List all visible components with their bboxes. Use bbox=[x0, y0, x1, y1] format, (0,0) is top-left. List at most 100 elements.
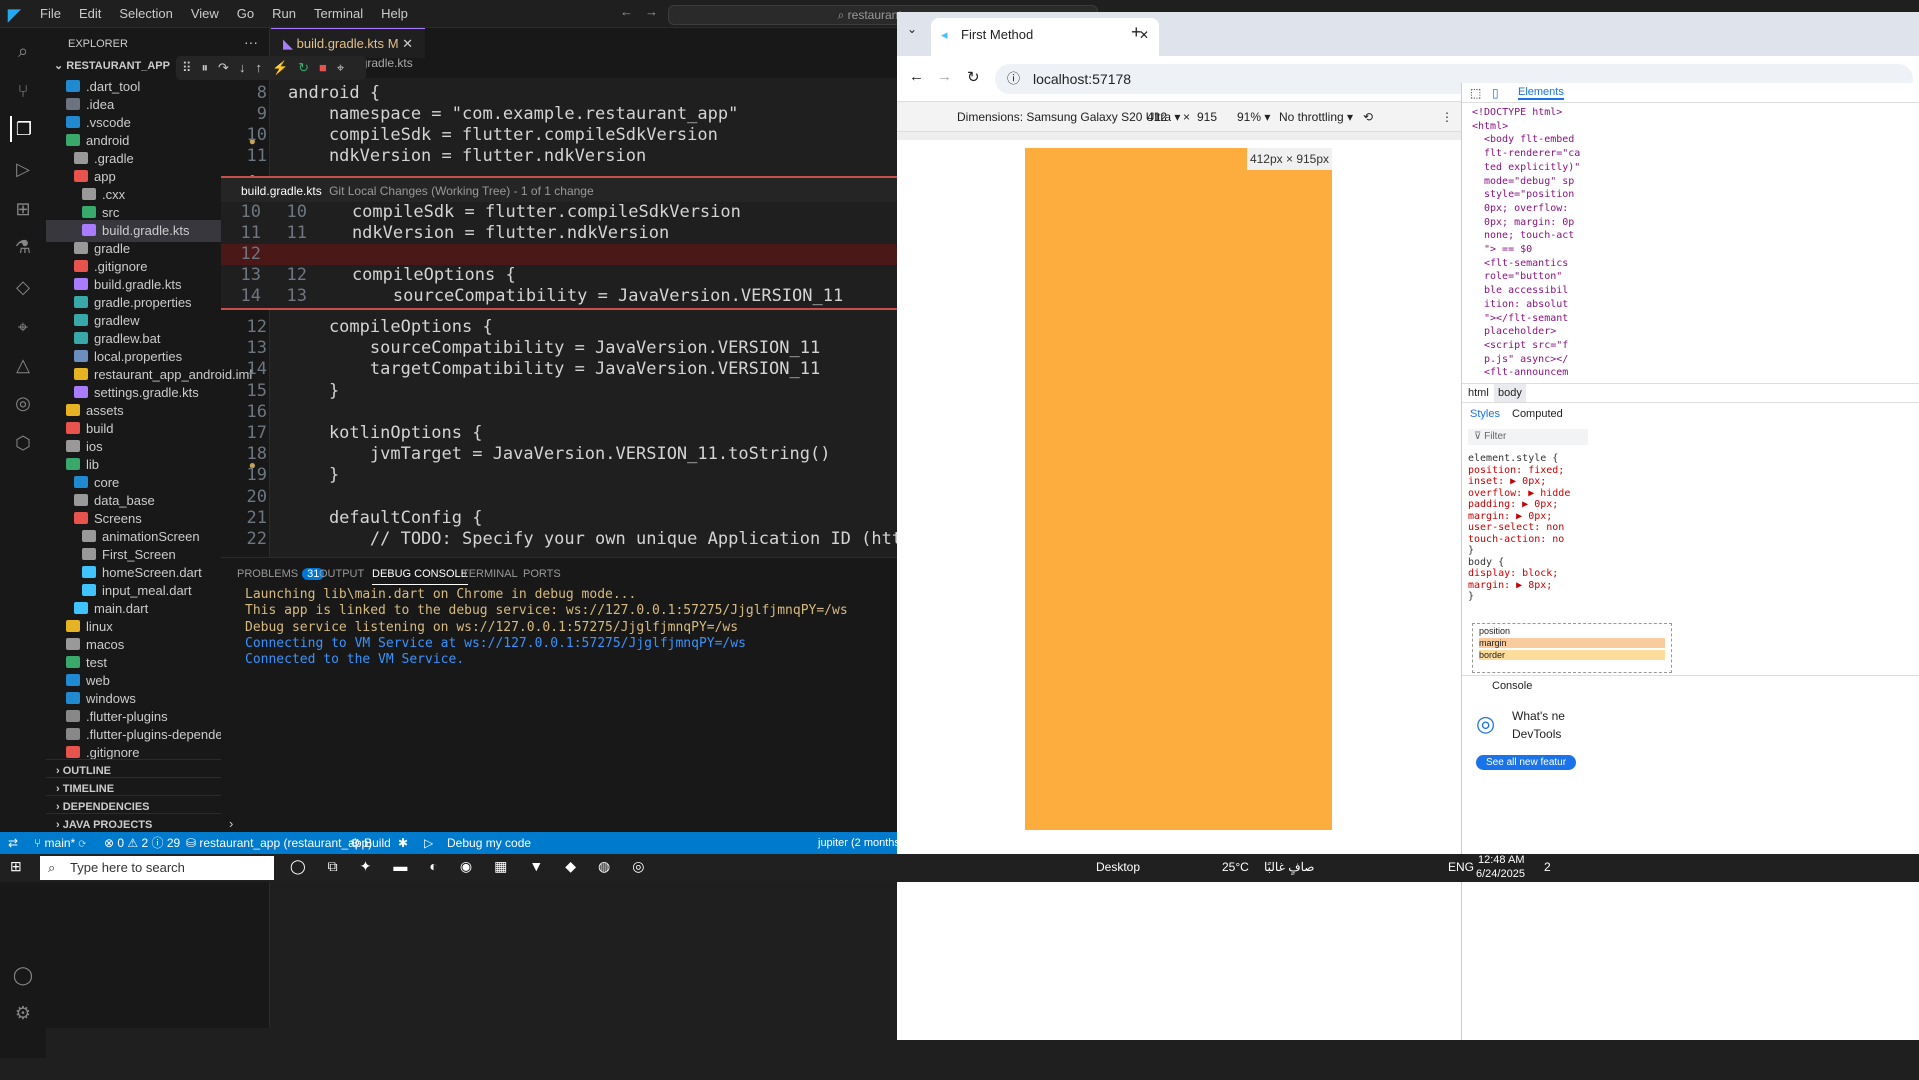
run-icon[interactable]: ▷ bbox=[424, 832, 433, 854]
console-prompt-icon[interactable]: › bbox=[229, 816, 233, 831]
language[interactable]: ENG bbox=[1448, 860, 1474, 874]
dom-node-line[interactable]: ble accessibil bbox=[1484, 285, 1568, 296]
firefox-icon[interactable]: ◉ bbox=[460, 858, 472, 875]
rotate-icon[interactable]: ⟲ bbox=[1363, 102, 1373, 132]
project-indicator[interactable]: ⛁ restaurant_app (restaurant_app) bbox=[186, 832, 372, 854]
store-icon[interactable]: ▦ bbox=[494, 858, 507, 875]
tab-problems[interactable]: PROBLEMS 31 bbox=[237, 568, 325, 580]
hot-reload-icon[interactable]: ⚡ bbox=[272, 56, 288, 80]
inspect-icon[interactable]: ⬚ bbox=[1470, 86, 1481, 100]
zoom-select[interactable]: 91% ▾ bbox=[1237, 102, 1270, 132]
discord-icon[interactable]: ◍ bbox=[598, 858, 610, 875]
scan-icon[interactable]: ⌖ bbox=[10, 314, 36, 340]
copilot-icon[interactable]: ✦ bbox=[360, 858, 372, 875]
code-line[interactable]: ndkVersion = flutter.ndkVersion bbox=[288, 146, 646, 166]
close-icon[interactable]: ✕ bbox=[402, 36, 413, 51]
flutter-app-screen[interactable] bbox=[1025, 148, 1332, 830]
more-options-icon[interactable]: ⋮ bbox=[1441, 102, 1453, 132]
code-line[interactable]: defaultConfig { bbox=[288, 508, 483, 528]
tab-debug-console[interactable]: DEBUG CONSOLE bbox=[372, 568, 468, 585]
dom-node-line[interactable]: role="button" bbox=[1484, 271, 1562, 282]
dom-node-line[interactable]: 0px; overflow: bbox=[1484, 203, 1568, 214]
site-info-icon[interactable]: ⓘ bbox=[1007, 64, 1020, 94]
menu-go[interactable]: Go bbox=[237, 6, 254, 21]
code-line[interactable]: jvmTarget = JavaVersion.VERSION_11.toStr… bbox=[288, 444, 831, 464]
new-tab-icon[interactable]: + bbox=[1131, 22, 1142, 43]
crumb-html[interactable]: html bbox=[1468, 384, 1489, 402]
run-debug-icon[interactable]: ▷ bbox=[10, 156, 36, 182]
build-button[interactable]: ⚙ Build bbox=[350, 832, 391, 854]
bug-icon[interactable]: ✱ bbox=[398, 832, 408, 854]
project-root[interactable]: ⌄ RESTAURANT_APP bbox=[54, 59, 170, 72]
menu-terminal[interactable]: Terminal bbox=[314, 6, 363, 21]
menu-edit[interactable]: Edit bbox=[79, 6, 101, 21]
style-rule-line[interactable]: position: fixed; bbox=[1468, 465, 1564, 476]
task-view-icon[interactable]: ⧉ bbox=[328, 858, 338, 875]
more-actions-icon[interactable]: ··· bbox=[244, 34, 258, 50]
style-rule-line[interactable]: body { bbox=[1468, 557, 1504, 568]
dom-node-line[interactable]: mode="debug" sp bbox=[1484, 176, 1574, 187]
debug-config[interactable]: Debug my code bbox=[447, 832, 531, 854]
tab-elements[interactable]: Elements bbox=[1518, 86, 1564, 100]
extensions-icon[interactable]: ⊞ bbox=[10, 196, 36, 222]
edge-icon[interactable]: ◎ bbox=[10, 390, 36, 416]
device-mode-icon[interactable]: ▯ bbox=[1492, 86, 1499, 100]
tab-styles[interactable]: Styles bbox=[1470, 408, 1500, 420]
code-line[interactable]: compileOptions { bbox=[288, 317, 493, 337]
forward-icon[interactable]: → bbox=[937, 68, 952, 85]
style-rule-line[interactable]: } bbox=[1468, 591, 1474, 602]
code-line[interactable]: } bbox=[288, 465, 339, 485]
dom-node-line[interactable]: p.js" async></ bbox=[1484, 354, 1568, 365]
styles-filter[interactable]: ⊽ Filter bbox=[1468, 429, 1588, 445]
back-icon[interactable]: ← bbox=[909, 68, 924, 85]
dom-node-line[interactable]: <html> bbox=[1472, 121, 1508, 132]
desktop-label[interactable]: Desktop bbox=[1096, 860, 1140, 874]
crumb-body[interactable]: body bbox=[1494, 384, 1526, 402]
code-line[interactable]: android { bbox=[288, 83, 380, 103]
dom-node-line[interactable]: flt-renderer="ca bbox=[1484, 148, 1580, 159]
remote-icon[interactable]: ◇ bbox=[10, 274, 36, 300]
file-explorer-icon[interactable]: ▬ bbox=[393, 858, 407, 875]
tab-computed[interactable]: Computed bbox=[1512, 408, 1563, 420]
code-line[interactable]: sourceCompatibility = JavaVersion.VERSIO… bbox=[311, 286, 843, 306]
throttle-select[interactable]: No throttling ▾ bbox=[1279, 102, 1353, 132]
dom-node-line[interactable]: <script src="f bbox=[1484, 340, 1568, 351]
step-into-icon[interactable]: ↓ bbox=[239, 56, 246, 80]
style-rule-line[interactable]: padding: ▶ 0px; bbox=[1468, 499, 1558, 510]
menu-help[interactable]: Help bbox=[381, 6, 408, 21]
windows-start-icon[interactable]: ⊞ bbox=[10, 858, 22, 875]
pause-icon[interactable]: ⏸ bbox=[202, 56, 209, 80]
branch-indicator[interactable]: ⑂ main* ⟳ bbox=[34, 832, 86, 854]
dom-node-line[interactable]: ition: absolut bbox=[1484, 299, 1568, 310]
tab-terminal[interactable]: TERMINAL bbox=[462, 568, 518, 580]
remote-indicator-icon[interactable]: ⇄ bbox=[8, 832, 18, 854]
tab-console[interactable]: Console bbox=[1492, 680, 1532, 692]
tab-output[interactable]: OUTPUT bbox=[319, 568, 364, 580]
code-line[interactable]: compileSdk = flutter.compileSdkVersion bbox=[311, 202, 741, 222]
chrome-icon[interactable]: ◎ bbox=[632, 858, 644, 875]
dom-node-line[interactable]: "> == $0 bbox=[1484, 244, 1532, 255]
height-input[interactable]: 915 bbox=[1197, 102, 1217, 132]
style-rule-line[interactable]: margin: ▶ 0px; bbox=[1468, 511, 1552, 522]
dom-node-line[interactable]: ted explicitly)" bbox=[1484, 162, 1580, 173]
nav-forward-icon[interactable]: → bbox=[645, 4, 658, 19]
dom-node-line[interactable]: placeholder> bbox=[1484, 326, 1556, 337]
see-all-button[interactable]: See all new featur bbox=[1476, 755, 1577, 770]
style-rule-line[interactable]: display: block; bbox=[1468, 568, 1558, 579]
menu-file[interactable]: File bbox=[40, 6, 61, 21]
step-over-icon[interactable]: ↷ bbox=[218, 56, 229, 80]
dom-node-line[interactable]: <flt-announcem bbox=[1484, 367, 1568, 378]
settings-gear-icon[interactable]: ⚙ bbox=[10, 1000, 36, 1026]
menu-selection[interactable]: Selection bbox=[119, 6, 172, 21]
dom-node-line[interactable]: 0px; margin: 0p bbox=[1484, 217, 1574, 228]
brave-icon[interactable]: ▼ bbox=[529, 858, 543, 875]
dom-node-line[interactable]: "></flt-semant bbox=[1484, 313, 1568, 324]
stop-icon[interactable]: ■ bbox=[319, 56, 327, 80]
style-rule-line[interactable]: touch-action: no bbox=[1468, 534, 1564, 545]
code-line[interactable]: namespace = "com.example.restaurant_app" bbox=[288, 104, 738, 124]
source-control-icon[interactable]: ⑂ bbox=[10, 78, 36, 104]
account-icon[interactable]: ◯ bbox=[10, 962, 36, 988]
taskbar-search[interactable]: ⌕ Type here to search bbox=[40, 856, 274, 880]
clock-time[interactable]: 12:48 AM bbox=[1478, 854, 1524, 866]
app-icon[interactable]: ◆ bbox=[565, 858, 576, 875]
